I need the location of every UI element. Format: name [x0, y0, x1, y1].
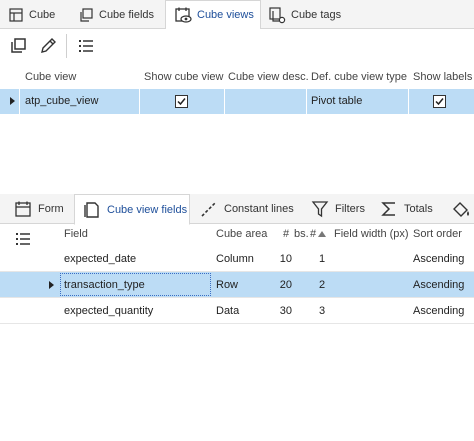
- row-pointer-icon: [49, 281, 54, 289]
- field-name[interactable]: transaction_type: [64, 272, 145, 298]
- tab-form[interactable]: Form: [14, 194, 64, 224]
- dashed-line-icon: [201, 201, 217, 217]
- tab-form-label: Form: [38, 203, 64, 215]
- column-header-cube-view-desc[interactable]: Cube view desc.: [228, 66, 309, 88]
- sort-order-value[interactable]: Ascending: [413, 298, 464, 324]
- cube-area[interactable]: Data: [216, 298, 239, 324]
- list-columns-icon: [79, 40, 93, 52]
- table-row[interactable]: atp_cube_view Pivot table: [0, 89, 474, 114]
- cube-grid-icon: [9, 7, 23, 22]
- def-cube-view-type[interactable]: Pivot table: [311, 89, 362, 114]
- cube-views-toolbar: [0, 29, 474, 63]
- table-row[interactable]: expected_date Column 10 1 Ascending: [0, 246, 474, 272]
- column-header-sort-order[interactable]: Sort order: [413, 223, 462, 245]
- tab-filters[interactable]: Filters: [311, 194, 365, 224]
- bs-value[interactable]: 10: [270, 246, 292, 272]
- edit-button[interactable]: [37, 35, 59, 57]
- column-header-field-width[interactable]: Field width (px): [334, 223, 409, 245]
- tab-constant-lines-label: Constant lines: [224, 203, 294, 215]
- copy-icon: [11, 38, 26, 53]
- column-header-field[interactable]: Field: [64, 223, 88, 245]
- column-header-number-label: #: [310, 228, 317, 240]
- column-header-cube-area[interactable]: Cube area: [216, 223, 267, 245]
- row-pointer-icon: [10, 97, 15, 105]
- copy-icon: [80, 7, 93, 22]
- sort-order-value[interactable]: Ascending: [413, 272, 464, 298]
- column-header-bs[interactable]: bs.: [294, 223, 309, 245]
- calendar-form-icon: [15, 201, 31, 217]
- tab-cube-view-fields[interactable]: Cube view fields: [74, 194, 190, 225]
- cube-view-name[interactable]: atp_cube_view: [25, 89, 98, 114]
- tab-cube-fields[interactable]: Cube fields: [78, 0, 154, 29]
- columns-button[interactable]: [75, 35, 97, 57]
- tab-cube-tags[interactable]: Cube tags: [268, 0, 341, 29]
- checkmark-icon: [435, 98, 444, 106]
- column-header-hash[interactable]: #: [283, 223, 289, 245]
- tab-constant-lines[interactable]: Constant lines: [200, 194, 294, 224]
- field-name[interactable]: expected_date: [64, 246, 136, 272]
- calendar-eye-icon: [175, 7, 192, 23]
- tab-formatting[interactable]: [451, 194, 474, 224]
- cube-tab-bar: Cube Cube fields Cube views Cube tags: [0, 0, 474, 30]
- column-header-show-cube-view[interactable]: Show cube view: [144, 66, 224, 88]
- tab-cube-fields-label: Cube fields: [99, 8, 155, 21]
- table-row[interactable]: expected_quantity Data 30 3 Ascending: [0, 298, 474, 324]
- show-labels-checkbox[interactable]: [433, 95, 446, 108]
- column-header-def-cube-view-type[interactable]: Def. cube view type: [311, 66, 407, 88]
- field-name[interactable]: expected_quantity: [64, 298, 153, 324]
- tab-cube-views-label: Cube views: [197, 9, 254, 21]
- number-value[interactable]: 3: [319, 298, 325, 324]
- folder-icon: [84, 201, 99, 218]
- column-header-cube-view[interactable]: Cube view: [25, 66, 76, 88]
- tag-pages-icon: [269, 6, 286, 23]
- bs-value[interactable]: 20: [270, 272, 292, 298]
- column-header-show-labels[interactable]: Show labels: [413, 66, 472, 88]
- tab-filters-label: Filters: [335, 203, 365, 215]
- copy-button[interactable]: [7, 35, 29, 57]
- table-row[interactable]: transaction_type Row 20 2 Ascending: [0, 272, 474, 298]
- checkmark-icon: [177, 98, 186, 106]
- tab-cube-tags-label: Cube tags: [291, 8, 342, 21]
- sigma-icon: [381, 202, 395, 216]
- tab-totals[interactable]: Totals: [380, 194, 433, 224]
- show-cube-view-checkbox[interactable]: [175, 95, 188, 108]
- tab-cube-views[interactable]: Cube views: [165, 0, 261, 30]
- column-header-number[interactable]: #: [310, 223, 327, 245]
- pencil-icon: [41, 38, 56, 53]
- cube-view-detail-tab-bar: Form Cube view fields Constant lines Fil…: [0, 194, 474, 225]
- sort-ascending-icon: [318, 231, 327, 237]
- cube-area[interactable]: Column: [216, 246, 254, 272]
- toolbar-separator: [66, 34, 67, 58]
- sort-order-value[interactable]: Ascending: [413, 246, 464, 272]
- tab-totals-label: Totals: [404, 203, 433, 215]
- tab-cube[interactable]: Cube: [8, 0, 55, 29]
- bs-value[interactable]: 30: [270, 298, 292, 324]
- tab-cube-view-fields-label: Cube view fields: [107, 203, 188, 216]
- cube-area[interactable]: Row: [216, 272, 238, 298]
- number-value[interactable]: 2: [319, 272, 325, 298]
- number-value[interactable]: 1: [319, 246, 325, 272]
- funnel-icon: [311, 201, 329, 218]
- tab-cube-label: Cube: [29, 8, 56, 21]
- paint-bucket-icon: [453, 202, 469, 217]
